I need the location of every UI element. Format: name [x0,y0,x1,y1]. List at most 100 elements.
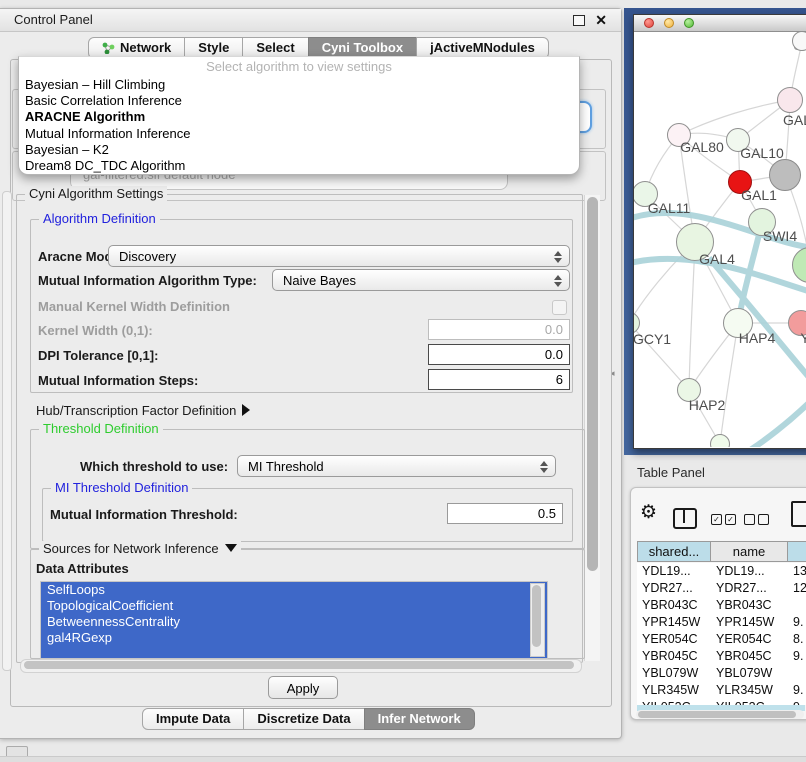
table-hscroll-thumb[interactable] [638,711,796,718]
combo-stepper-icon [540,460,548,474]
network-node-label: GAL10 [740,145,784,161]
table-cell[interactable]: YBR045C [637,648,711,665]
table-cell[interactable]: YBL079W [711,665,788,682]
settings-vscroll-thumb[interactable] [587,197,598,571]
deselect-all-icon[interactable] [744,514,769,525]
table-cell[interactable]: 13 [788,563,806,580]
sources-title-row[interactable]: Sources for Network Inference [39,541,241,556]
dropdown-placeholder: Select algorithm to view settings [19,57,579,77]
algorithm-option[interactable]: Bayesian – K2 [19,142,579,158]
table-cell[interactable]: YBR045C [711,648,788,665]
hub-definition-label: Hub/Transcription Factor Definition [36,403,236,418]
bottom-tabbar: Impute DataDiscretize Data Infer Network [142,708,475,730]
control-panel-title: Control Panel [14,12,93,27]
settings-horizontal-scrollbar[interactable] [20,659,582,673]
hub-definition-expander[interactable]: Hub/Transcription Factor Definition [36,403,250,418]
table-panel-title: Table Panel [637,465,705,480]
tab-impute-data[interactable]: Impute Data [142,708,244,730]
network-node[interactable] [792,32,806,51]
kernel-width-field[interactable]: 0.0 [428,319,570,340]
algorithm-option[interactable]: ARACNE Algorithm [19,109,579,125]
algorithm-option[interactable]: Dream8 DC_TDC Algorithm [19,158,579,174]
column-header-name[interactable]: name [711,541,788,562]
network-node-gal[interactable] [777,87,803,113]
column-header-shared[interactable]: shared... [637,541,711,562]
network-node[interactable] [769,159,801,191]
network-node-label: GAL [783,112,806,128]
table-horizontal-scrollbar[interactable] [636,710,804,719]
network-icon [102,42,115,54]
attributes-scroll-thumb[interactable] [532,585,541,647]
algorithm-definition-title: Algorithm Definition [39,211,160,226]
table-cell[interactable]: YDR27... [711,580,788,597]
close-traffic-light-icon[interactable] [644,18,654,28]
table-cell[interactable]: YPR145W [637,614,711,631]
tab-discretize-data[interactable]: Discretize Data [243,708,364,730]
minimize-traffic-light-icon[interactable] [664,18,674,28]
table-cell[interactable] [788,597,806,614]
network-node-label: HAP2 [689,397,726,413]
table-cell[interactable]: YER054C [637,631,711,648]
attribute-list-item-partial[interactable] [41,646,547,659]
network-node-label: SWI4 [763,228,797,244]
table-cell[interactable]: YDR27... [637,580,711,597]
mi-type-combo[interactable]: Naive Bayes [272,269,570,291]
combo-stepper-icon [554,250,562,264]
algorithm-option[interactable]: Basic Correlation Inference [19,93,579,109]
table-cell[interactable]: 9. [788,614,806,631]
table-cell[interactable]: YBR043C [711,597,788,614]
table-cell[interactable]: YPR145W [711,614,788,631]
table-cell[interactable]: YBR043C [637,597,711,614]
aracne-mode-combo[interactable]: Discovery [108,245,570,267]
function-icon[interactable] [791,501,806,527]
mi-steps-label: Mutual Information Steps: [38,373,198,388]
columns-icon[interactable] [673,508,697,529]
attribute-list-item[interactable]: gal4RGexp [41,630,547,646]
which-threshold-combo[interactable]: MI Threshold [237,455,556,477]
table-cell[interactable]: 9. [788,648,806,665]
apply-button[interactable]: Apply [268,676,338,699]
table-cell[interactable]: 8. [788,631,806,648]
mi-steps-field[interactable]: 6 [428,369,570,390]
table-cell[interactable]: YDL19... [637,563,711,580]
zoom-traffic-light-icon[interactable] [684,18,694,28]
manual-kernel-checkbox[interactable] [552,300,567,315]
attribute-list-item[interactable]: BetweennessCentrality [41,614,547,630]
column-header-a[interactable]: A [788,541,806,562]
table-cell[interactable]: 12 [788,580,806,597]
mi-threshold-field[interactable]: 0.5 [447,503,563,524]
attribute-list-item[interactable]: TopologicalCoefficient [41,598,547,614]
tab-label: Infer Network [378,711,461,726]
control-panel-titlebar: Control Panel ✕ [0,9,621,32]
network-canvas[interactable]: GALGAL80GAL10GAL1GAL11SWI4GAL4HAP4YGCY1H… [634,32,806,447]
table-cell[interactable]: YER054C [711,631,788,648]
table-cell[interactable]: YLR345W [637,682,711,699]
tab-infer-network[interactable]: Infer Network [364,708,475,730]
table-cell[interactable]: YDL19... [711,563,788,580]
gear-icon[interactable]: ⚙ [640,503,657,522]
attributes-list-scrollbar[interactable] [530,583,545,657]
close-icon[interactable]: ✕ [595,11,607,29]
attribute-list-item[interactable]: SelfLoops [41,582,547,598]
settings-hscroll-thumb[interactable] [24,661,574,669]
settings-vertical-scrollbar[interactable] [584,195,600,661]
select-all-icon[interactable]: ✓✓ [711,514,736,525]
algorithm-option[interactable]: Mutual Information Inference [19,126,579,142]
table-cell[interactable] [788,665,806,682]
cyni-settings-title: Cyni Algorithm Settings [25,186,167,201]
table-cell[interactable]: 9. [788,682,806,699]
table-cell[interactable]: YLR345W [711,682,788,699]
mi-threshold-label: Mutual Information Threshold: [50,507,238,522]
sources-title: Sources for Network Inference [43,541,219,556]
mi-type-label: Mutual Information Algorithm Type: [38,273,257,288]
bottom-panel-edge [0,756,806,762]
table-cell[interactable]: YBL079W [637,665,711,682]
network-node-label: GAL4 [699,251,735,267]
dpi-tolerance-field[interactable]: 0.0 [428,344,570,365]
threshold-definition-title: Threshold Definition [39,421,163,436]
control-panel-window: Control Panel ✕ NetworkStyleSelectCyni T… [0,8,622,739]
algorithm-option[interactable]: Bayesian – Hill Climbing [19,77,579,93]
network-node-label: GAL11 [648,200,691,216]
float-window-icon[interactable] [573,15,585,26]
network-node[interactable] [710,434,730,447]
